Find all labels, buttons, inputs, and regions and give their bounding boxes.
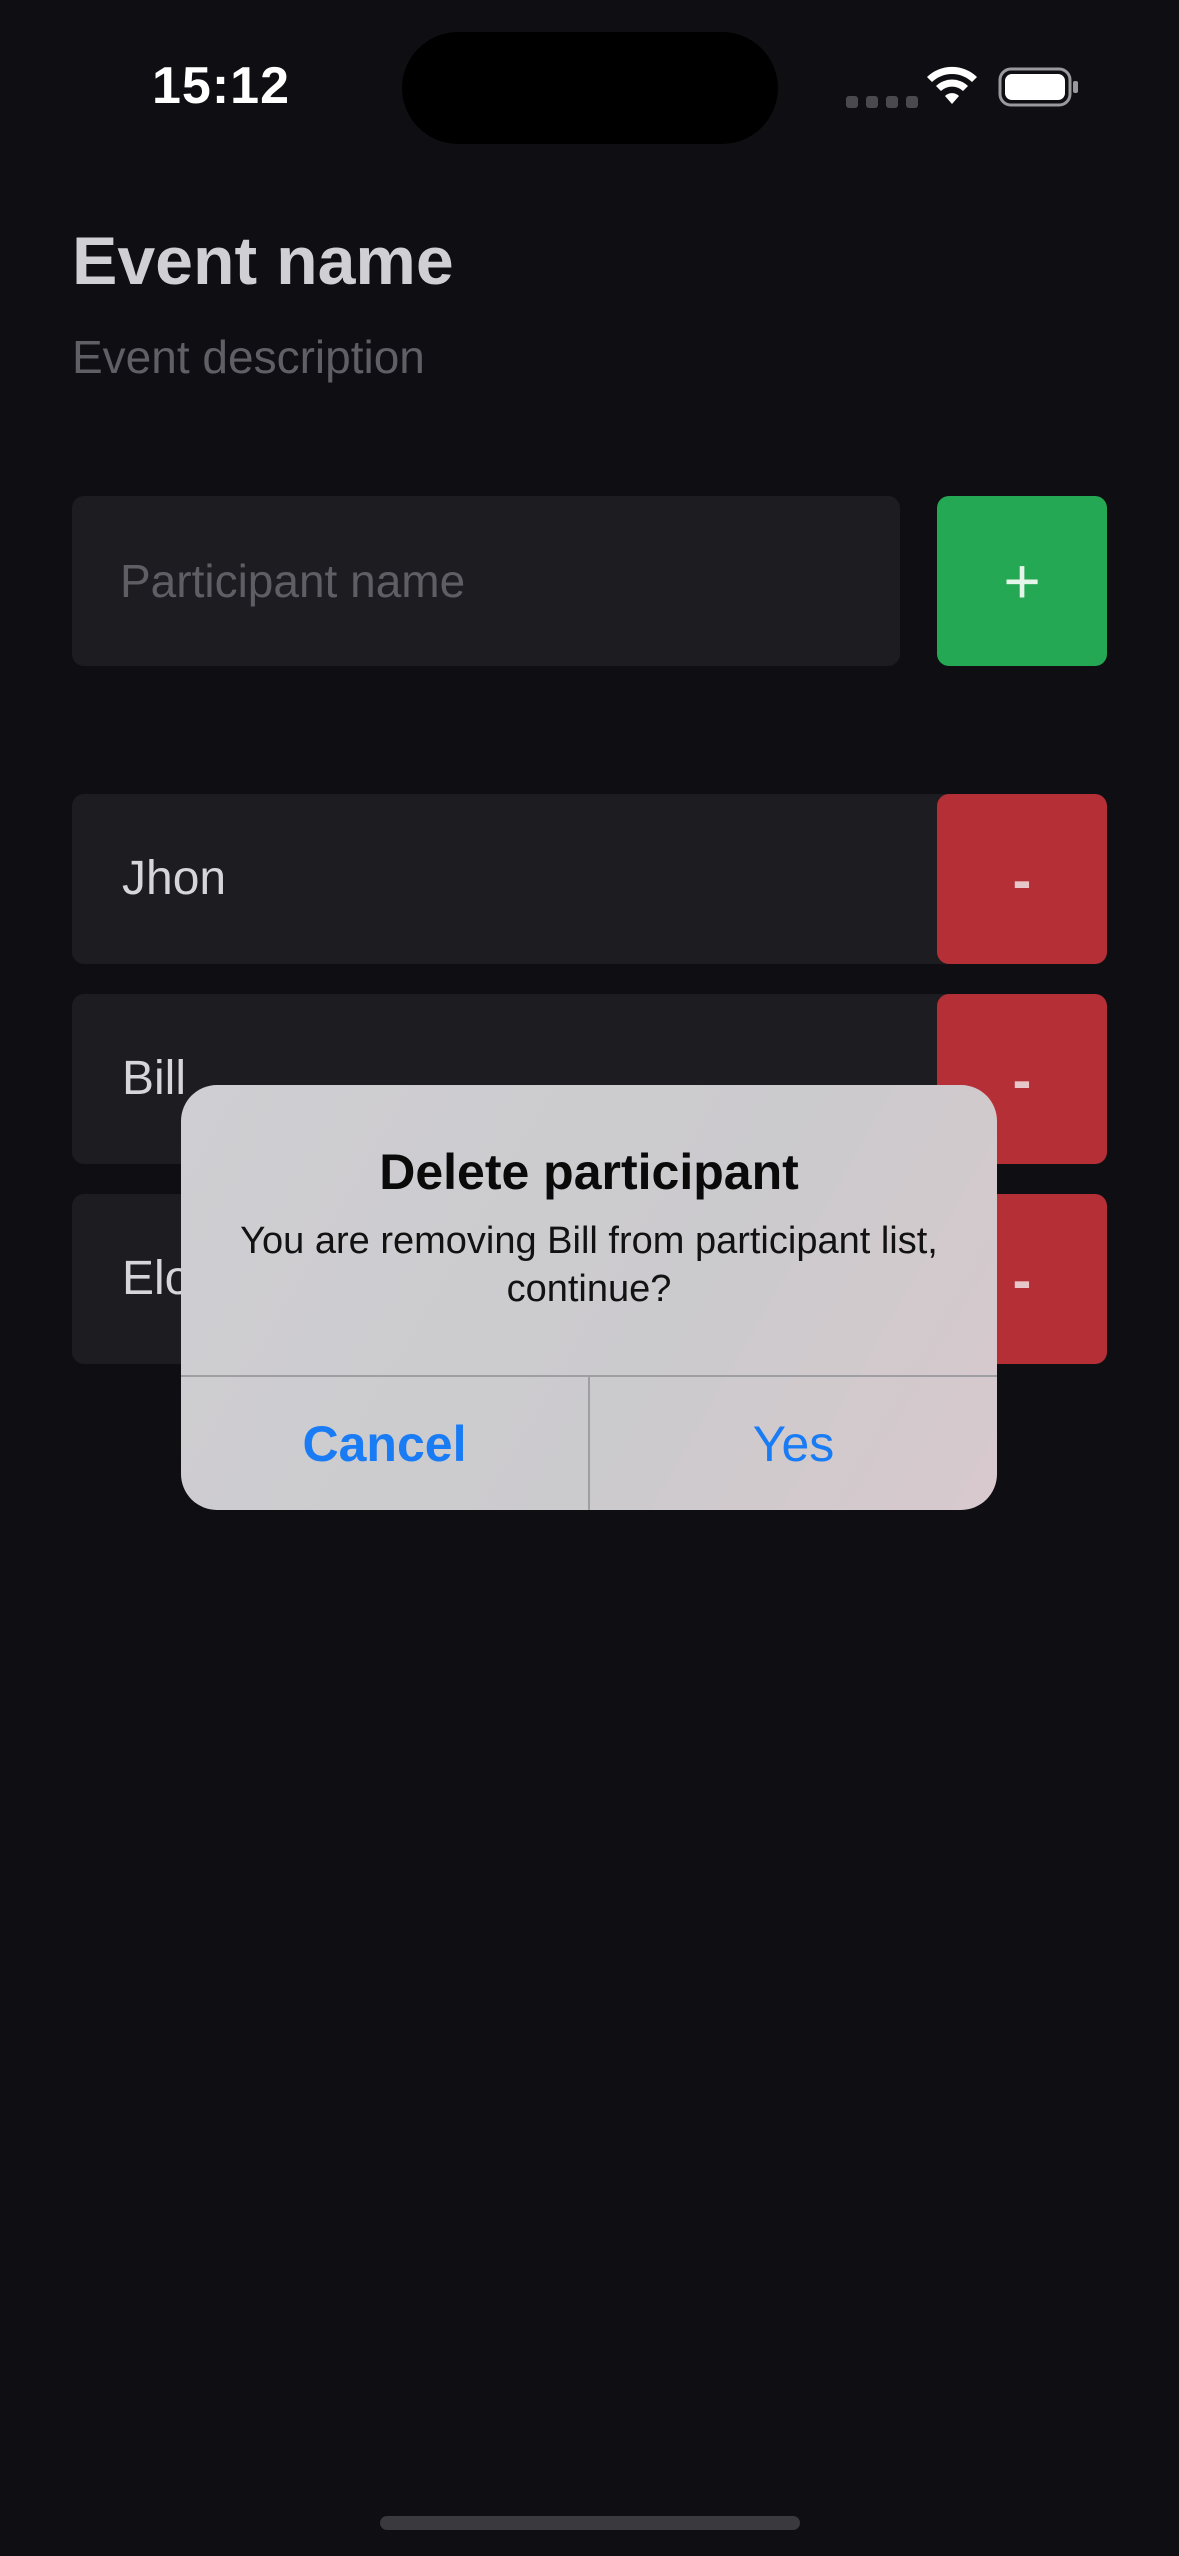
dynamic-island bbox=[402, 32, 778, 144]
alert-title: Delete participant bbox=[379, 1144, 799, 1200]
plus-icon: + bbox=[1003, 545, 1041, 617]
minus-icon: - bbox=[1012, 1247, 1032, 1311]
list-item: Jhon - bbox=[72, 794, 1107, 964]
event-description: Event description bbox=[72, 331, 425, 383]
event-title: Event name bbox=[72, 223, 454, 299]
participant-name: Bill bbox=[122, 1052, 187, 1105]
minus-icon: - bbox=[1012, 847, 1032, 911]
cellular-signal-icon bbox=[846, 96, 918, 108]
participant-name: Jhon bbox=[122, 852, 227, 905]
minus-icon: - bbox=[1012, 1047, 1032, 1111]
cancel-button[interactable]: Cancel bbox=[181, 1377, 588, 1510]
add-participant-button[interactable]: + bbox=[937, 496, 1107, 666]
remove-participant-button[interactable]: - bbox=[937, 794, 1107, 964]
home-indicator[interactable] bbox=[380, 2516, 800, 2530]
status-time: 15:12 bbox=[152, 57, 290, 115]
wifi-icon bbox=[927, 66, 977, 104]
confirm-yes-button[interactable]: Yes bbox=[590, 1377, 997, 1510]
alert-message: You are removing Bill from participant l… bbox=[240, 1220, 938, 1310]
participant-name-input[interactable] bbox=[72, 496, 900, 666]
battery-icon bbox=[998, 67, 1078, 107]
delete-participant-alert: Delete participant You are removing Bill… bbox=[181, 1085, 997, 1510]
screen: 15:12 Event name Event description + Jho… bbox=[0, 0, 1179, 2556]
